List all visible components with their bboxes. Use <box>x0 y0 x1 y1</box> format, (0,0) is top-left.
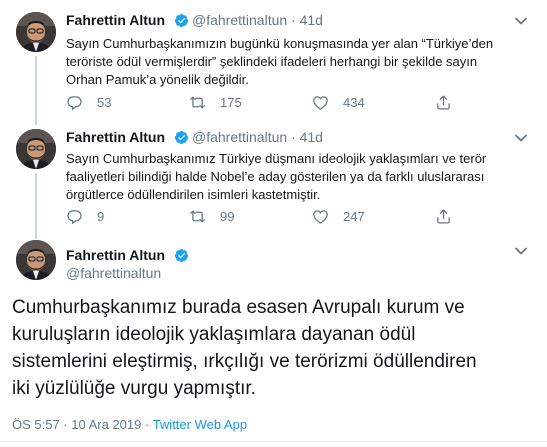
caret-down-icon[interactable] <box>514 16 528 26</box>
like-button[interactable]: 247 <box>312 208 365 225</box>
tweet[interactable]: Fahrettin Altun @fahrettinaltun · 41d Sa… <box>0 125 547 239</box>
tweet-text: Sayın Cumhurbaşkanımız Türkiye düşmanı i… <box>66 150 516 204</box>
reply-button[interactable]: 9 <box>66 208 104 225</box>
retweet-count: 99 <box>220 209 235 224</box>
reply-count: 53 <box>97 95 112 110</box>
verified-badge-icon <box>174 130 189 145</box>
tweet-metadata: ÖS 5:57 · 10 Ara 2019 · Twitter Web App <box>12 417 247 432</box>
caret-down-icon[interactable] <box>514 133 528 143</box>
text-line: örgütlerce ödüllendirilen isimleri kaste… <box>66 187 321 202</box>
retweet-icon <box>189 94 206 111</box>
text-line: kuruluşların ideolojik yaklaşımlara daya… <box>12 324 416 345</box>
reply-icon <box>66 208 83 225</box>
main-tweet-text: Cumhurbaşkanımız burada esasen Avrupalı … <box>12 294 532 402</box>
retweet-icon <box>189 208 206 225</box>
text-line: Cumhurbaşkanımız burada esasen Avrupalı … <box>12 297 465 318</box>
author-name[interactable]: Fahrettin Altun <box>66 12 165 28</box>
text-line: Orhan Pamuk’a yönelik değildir. <box>66 72 249 87</box>
tweet[interactable]: Fahrettin Altun @fahrettinaltun · 41d Sa… <box>0 0 547 125</box>
text-line: iki yüzlülüğe vurgu yapmıştır. <box>12 378 256 399</box>
text-line: faaliyetleri bilindiği halde Nobel’e ada… <box>66 169 485 184</box>
share-icon <box>435 94 452 111</box>
caret-down-icon[interactable] <box>514 246 528 256</box>
reply-icon <box>66 94 83 111</box>
like-count: 434 <box>343 95 365 110</box>
timestamp[interactable]: 41d <box>300 129 323 145</box>
share-icon <box>435 208 452 225</box>
handle-text: @fahrettinaltun <box>192 12 288 28</box>
retweet-count: 175 <box>220 95 242 110</box>
timestamp[interactable]: 41d <box>300 12 323 28</box>
verified-badge-icon <box>174 13 189 28</box>
tweet-text: Sayın Cumhurbaşkanımızın bugünkü konuşma… <box>66 35 516 89</box>
author-handle[interactable]: @fahrettinaltun · 41d <box>192 129 323 145</box>
separator-dot: · <box>291 12 296 28</box>
thread-line <box>35 56 37 125</box>
divider <box>0 441 547 442</box>
avatar[interactable] <box>16 12 56 52</box>
like-icon <box>312 94 329 111</box>
reply-count: 9 <box>97 209 105 224</box>
author-handle[interactable]: @fahrettinaltun · 41d <box>192 12 323 28</box>
share-button[interactable] <box>435 208 466 225</box>
author-handle[interactable]: @fahrettinaltun <box>66 265 161 281</box>
share-button[interactable] <box>435 94 466 111</box>
tweet-timestamp[interactable]: ÖS 5:57 · 10 Ara 2019 · <box>12 417 153 432</box>
avatar[interactable] <box>16 129 56 169</box>
like-count: 247 <box>343 209 365 224</box>
source-link[interactable]: Twitter Web App <box>153 417 247 432</box>
author-name[interactable]: Fahrettin Altun <box>66 129 165 145</box>
text-line: Sayın Cumhurbaşkanımız Türkiye düşmanı i… <box>66 151 487 166</box>
like-icon <box>312 208 329 225</box>
text-line: sistemlerini eleştirmiş, ırkçılığı ve te… <box>12 351 477 372</box>
separator-dot: · <box>291 129 296 145</box>
retweet-button[interactable]: 99 <box>189 208 234 225</box>
text-line: teröriste ödül vermişlerdir” şeklindeki … <box>66 54 478 69</box>
reply-button[interactable]: 53 <box>66 94 111 111</box>
text-line: Sayın Cumhurbaşkanımızın bugünkü konuşma… <box>66 36 494 51</box>
retweet-button[interactable]: 175 <box>189 94 242 111</box>
author-name[interactable]: Fahrettin Altun <box>66 247 165 263</box>
like-button[interactable]: 434 <box>312 94 365 111</box>
handle-text: @fahrettinaltun <box>192 129 288 145</box>
avatar[interactable] <box>16 240 56 280</box>
verified-badge-icon <box>174 248 189 263</box>
